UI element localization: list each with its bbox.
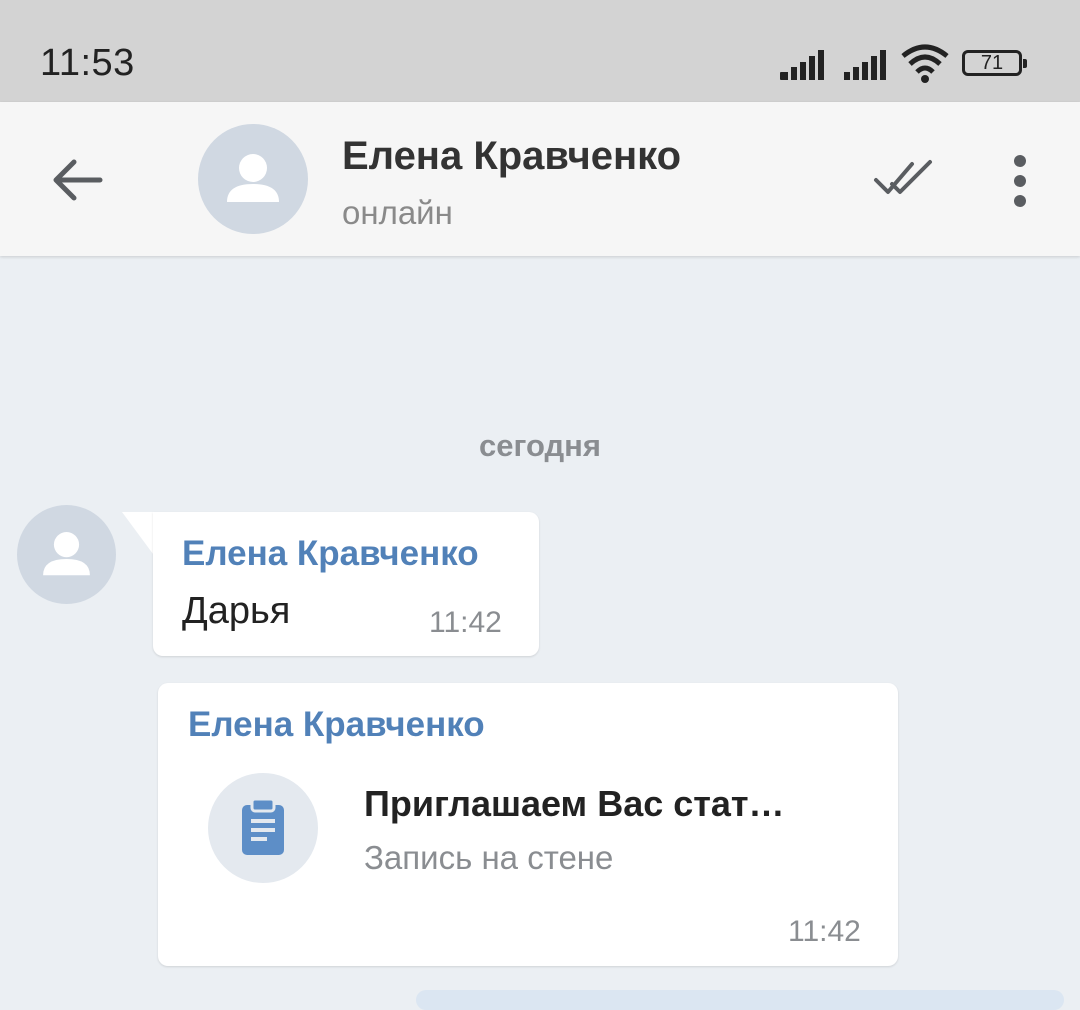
message-sender[interactable]: Елена Кравченко <box>182 534 479 574</box>
signal-icon <box>782 50 824 80</box>
wall-post-attachment[interactable] <box>208 773 318 883</box>
clipboard-icon <box>242 797 284 855</box>
signal-icon <box>844 50 886 80</box>
status-icons: 71 <box>780 44 1040 84</box>
contact-name[interactable]: Елена Кравченко <box>342 134 681 179</box>
avatar-icon <box>43 532 90 576</box>
message-bubble[interactable]: Елена Кравченко Приглашаем Вас стат… Зап… <box>158 683 898 966</box>
back-arrow-icon <box>53 159 103 201</box>
message-time: 11:42 <box>429 606 502 639</box>
attachment-subtitle: Запись на стене <box>364 839 614 876</box>
back-button[interactable] <box>44 150 108 210</box>
status-bar: 11:53 71 <box>0 0 1080 102</box>
avatar-icon <box>227 154 279 202</box>
double-check-icon <box>874 160 932 194</box>
message-bubble[interactable]: Елена Кравченко Дарья 11:42 <box>153 512 539 656</box>
status-time: 11:53 <box>40 42 135 84</box>
message-sender[interactable]: Елена Кравченко <box>188 705 485 745</box>
message-text: Дарья <box>182 590 291 632</box>
mark-read-button[interactable] <box>872 158 936 202</box>
chat-header: Елена Кравченко онлайн <box>0 102 1080 256</box>
date-separator: сегодня <box>478 428 601 463</box>
attachment-title[interactable]: Приглашаем Вас стат… <box>364 783 785 825</box>
bubble-tail <box>122 512 156 558</box>
contact-status: онлайн <box>342 194 453 231</box>
message-time: 11:42 <box>788 915 861 948</box>
more-vert-icon <box>1014 155 1026 207</box>
next-message-bubble[interactable] <box>416 990 1064 1010</box>
avatar[interactable] <box>198 124 308 234</box>
message-avatar[interactable] <box>17 505 116 604</box>
battery-icon: 71 <box>962 50 1027 76</box>
wifi-icon <box>901 44 949 83</box>
more-options-button[interactable] <box>1000 154 1040 208</box>
